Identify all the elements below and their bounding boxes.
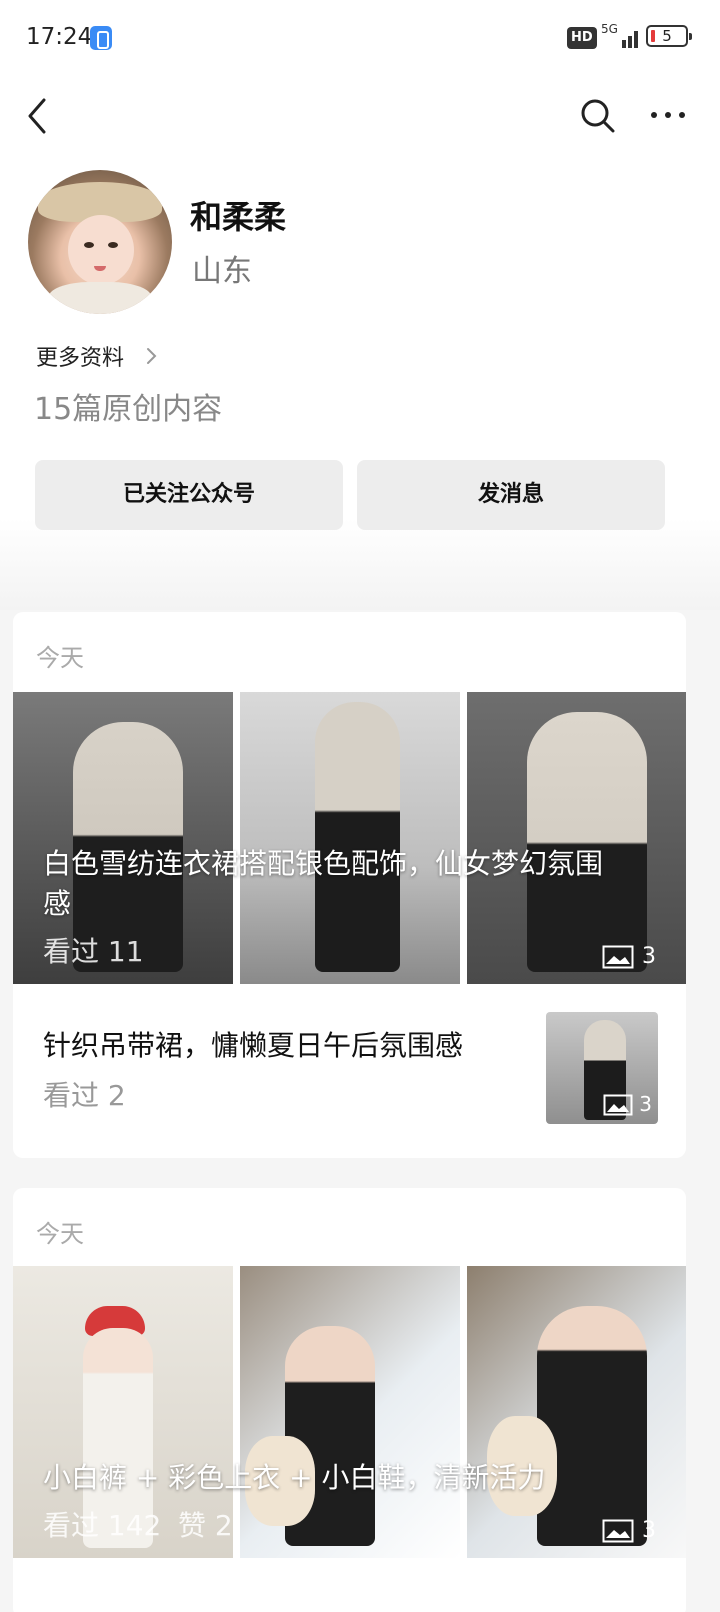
image-icon: [603, 1094, 633, 1116]
more-info-link[interactable]: 更多资料: [36, 340, 124, 372]
status-bar: 17:24 HD 5G 5: [0, 0, 720, 76]
notification-app-icon: [90, 26, 112, 50]
post-image: [240, 692, 460, 984]
post-image: [240, 1266, 460, 1558]
battery-level: 5: [662, 27, 672, 45]
account-region: 山东: [192, 254, 252, 289]
signal-icon: [604, 26, 640, 48]
hero-post-views: 看过 11: [43, 935, 144, 968]
followed-button[interactable]: 已关注公众号: [35, 460, 343, 530]
back-icon[interactable]: [24, 96, 54, 136]
day-label: 今天: [36, 644, 84, 672]
photo-count: 3: [602, 1516, 656, 1546]
photo-count: 3: [603, 1092, 652, 1117]
day-label: 今天: [36, 1220, 84, 1248]
account-name: 和柔柔: [190, 198, 287, 236]
post-image: [467, 692, 686, 984]
post-image: [467, 1266, 686, 1558]
article-title: 针织吊带裙，慵懒夏日午后氛围感: [43, 1029, 464, 1062]
photo-count: 3: [602, 942, 656, 972]
hero-post-likes: 赞 2: [178, 1509, 233, 1542]
status-time: 17:24: [26, 24, 93, 50]
hero-post[interactable]: 白色雪纺连衣裙搭配银色配饰，仙女梦幻氛围感 看过 11 3: [13, 692, 686, 984]
hero-post[interactable]: 小白裤 + 彩色上衣 + 小白鞋，清新活力 看过 142 赞 2 3: [13, 1266, 686, 1558]
more-dots-icon[interactable]: [648, 100, 688, 130]
hero-post-title: 小白裤 + 彩色上衣 + 小白鞋，清新活力: [43, 1461, 546, 1494]
image-icon: [602, 945, 634, 969]
article-list-item[interactable]: 针织吊带裙，慵懒夏日午后氛围感 看过 2 3: [13, 984, 686, 1158]
hero-post-title: 白色雪纺连衣裙搭配银色配饰，仙女梦幻氛围感: [43, 847, 604, 920]
hero-post-views: 看过 142: [43, 1509, 162, 1542]
original-content-count: 15篇原创内容: [34, 392, 223, 427]
search-icon[interactable]: [578, 96, 618, 136]
send-message-button[interactable]: 发消息: [357, 460, 665, 530]
hd-icon: HD: [567, 27, 597, 49]
feed-card: 今天 白色雪纺连衣裙搭配银色配饰，仙女梦幻氛围感 看过 11 3 针织吊带裙，慵…: [13, 612, 686, 1158]
feed-card: 今天 小白裤 + 彩色上衣 + 小白鞋，清新活力 看过 142 赞 2 3: [13, 1188, 686, 1612]
chevron-right-icon[interactable]: [146, 346, 158, 366]
article-views: 看过 2: [43, 1079, 126, 1112]
image-icon: [602, 1519, 634, 1543]
article-thumbnail: 3: [546, 1012, 658, 1124]
battery-icon: 5: [646, 25, 692, 47]
avatar[interactable]: [28, 170, 172, 314]
